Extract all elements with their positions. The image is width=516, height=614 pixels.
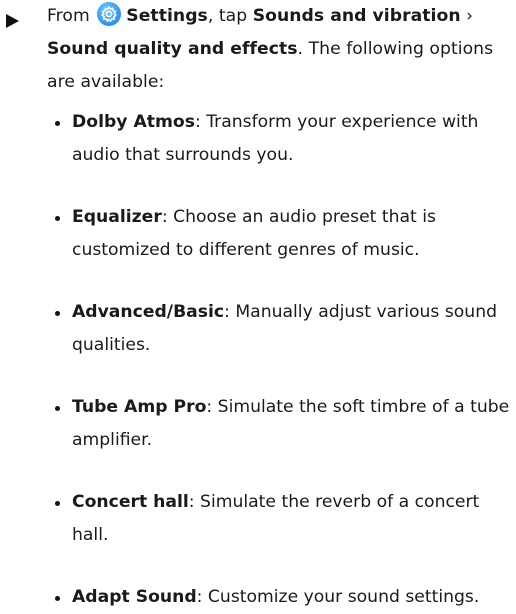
triangle-right-icon <box>6 14 19 28</box>
sound-quality-label: Sound quality and effects <box>47 39 298 59</box>
option-tube-amp-pro: Tube Amp Pro: Simulate the soft timbre o… <box>55 391 512 457</box>
step-prefix: From <box>47 6 96 26</box>
option-title: Advanced/Basic <box>72 302 225 322</box>
chevron-separator: › <box>460 6 474 26</box>
option-equalizer: Equalizer: Choose an audio preset that i… <box>55 201 512 267</box>
option-title: Adapt Sound <box>72 587 197 607</box>
settings-label: Settings <box>126 6 208 26</box>
sounds-vibration-label: Sounds and vibration <box>252 6 461 26</box>
option-title: Tube Amp Pro <box>72 397 207 417</box>
option-title: Dolby Atmos <box>72 112 195 132</box>
option-description: : Customize your sound settings. <box>196 587 480 607</box>
option-dolby-atmos: Dolby Atmos: Transform your experience w… <box>55 106 512 172</box>
step-text: From Settings, tap Sounds and vibration … <box>47 0 511 99</box>
instruction-page: From Settings, tap Sounds and vibration … <box>0 0 516 607</box>
option-advanced-basic: Advanced/Basic: Manually adjust various … <box>55 296 512 362</box>
gear-icon <box>97 2 122 26</box>
option-title: Equalizer <box>72 207 162 227</box>
option-adapt-sound: Adapt Sound: Customize your sound settin… <box>55 581 512 614</box>
option-title: Concert hall <box>72 492 189 512</box>
option-concert-hall: Concert hall: Simulate the reverb of a c… <box>55 486 512 552</box>
step-middle: , tap <box>207 6 253 26</box>
